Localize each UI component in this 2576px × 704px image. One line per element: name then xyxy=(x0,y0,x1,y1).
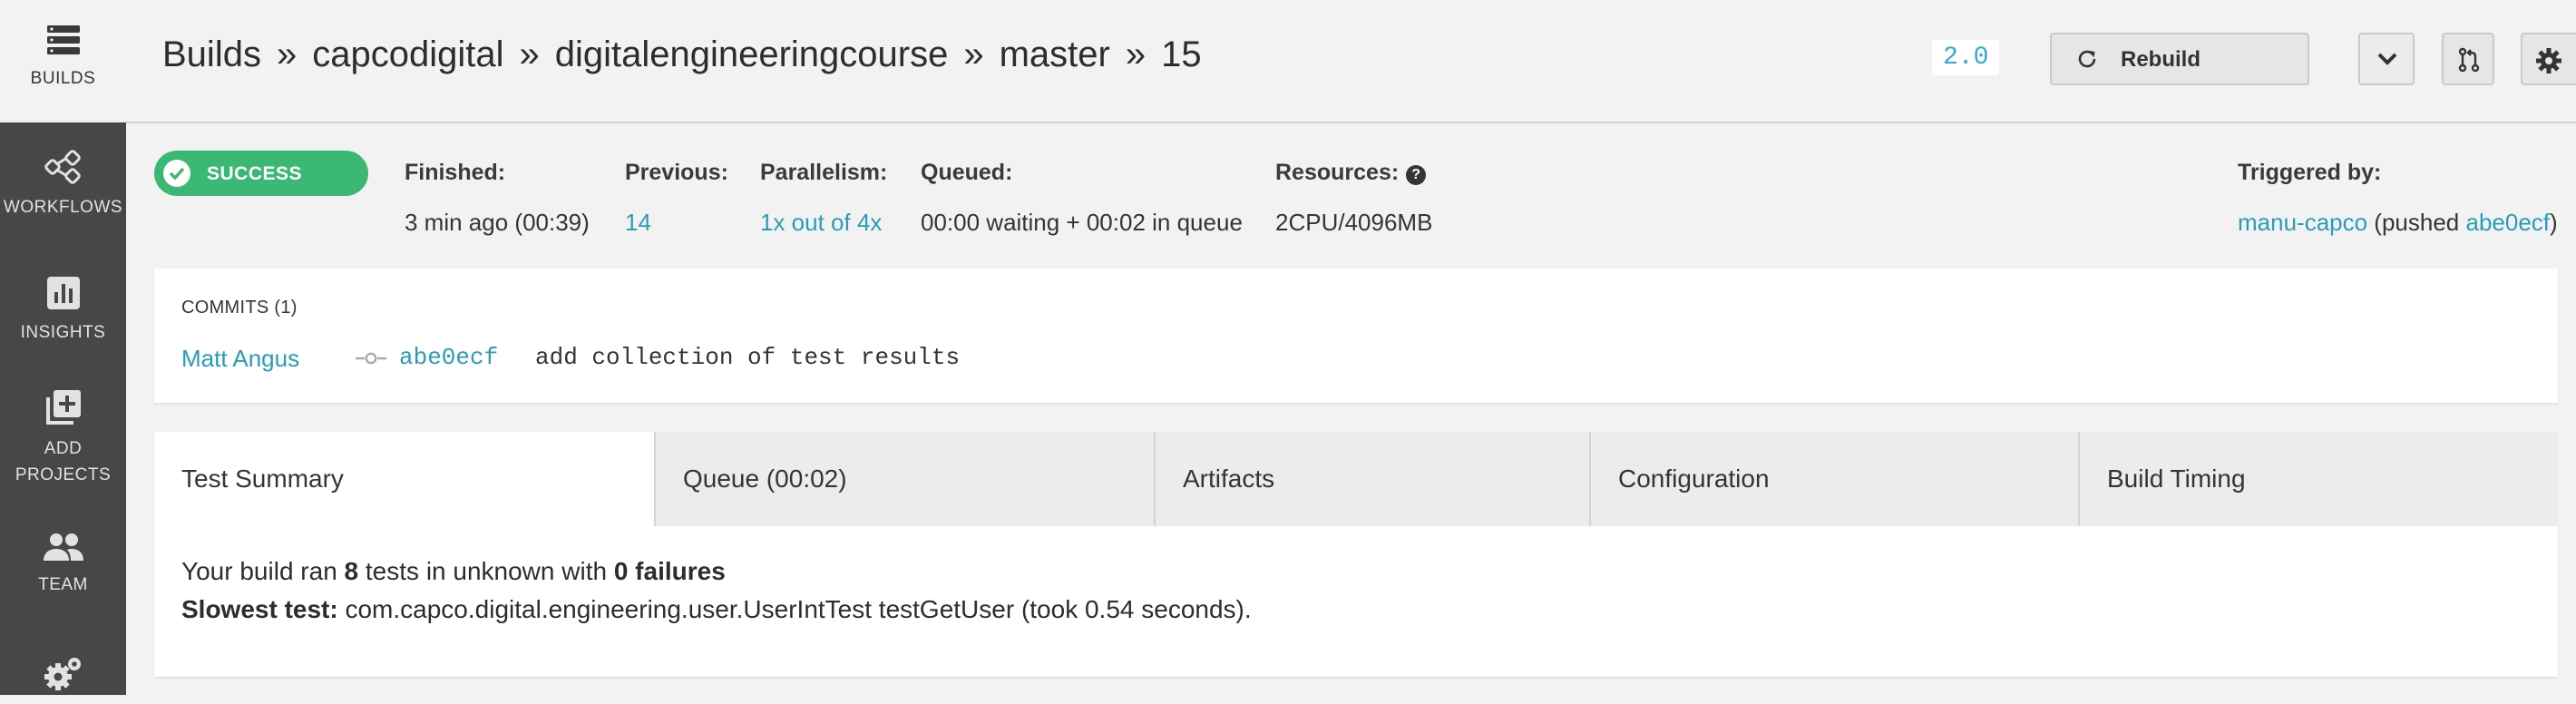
breadcrumb-item-org[interactable]: capcodigital xyxy=(312,34,503,75)
settings-icon xyxy=(44,658,81,690)
parallelism-info: Parallelism: 1x out of 4x xyxy=(760,160,887,237)
rebuild-button[interactable]: Rebuild xyxy=(2050,33,2309,85)
breadcrumb-separator: » xyxy=(963,34,984,74)
triggered-text-end: ) xyxy=(2550,209,2558,236)
refresh-icon xyxy=(2078,50,2096,68)
help-icon[interactable]: ? xyxy=(1406,165,1427,185)
sidebar-item-add-projects[interactable]: ADD PROJECTS xyxy=(0,388,126,488)
commit-message: add collection of test results xyxy=(535,344,961,371)
slowest-test-text: Slowest test: com.capco.digital.engineer… xyxy=(181,595,1252,624)
commits-heading: COMMITS (1) xyxy=(181,298,298,318)
breadcrumb-separator: » xyxy=(276,34,298,74)
tab-label: Configuration xyxy=(1618,464,1770,493)
resources-value: 2CPU/4096MB xyxy=(1275,209,1433,236)
tab-label: Queue (00:02) xyxy=(683,464,847,493)
queued-value: 00:00 waiting + 00:02 in queue xyxy=(921,209,1243,236)
queued-info: Queued: 00:00 waiting + 00:02 in queue xyxy=(921,160,1243,237)
builds-icon xyxy=(46,25,80,54)
test-summary-text: Your build ran 8 tests in unknown with 0… xyxy=(181,557,726,586)
queued-label: Queued: xyxy=(921,160,1013,185)
git-commit-icon xyxy=(356,352,386,365)
breadcrumb-item-project[interactable]: digitalengineeringcourse xyxy=(555,34,949,75)
triggered-text: (pushed xyxy=(2367,209,2466,236)
sidebar-item-workflows[interactable]: WORKFLOWS xyxy=(0,149,126,220)
insights-icon xyxy=(46,277,80,309)
build-tabs: Test Summary Queue (00:02) Artifacts Con… xyxy=(154,432,2558,526)
gear-icon xyxy=(2536,48,2561,73)
sidebar-item-insights[interactable]: INSIGHTS xyxy=(0,276,126,346)
previous-info: Previous: 14 xyxy=(625,160,728,237)
add-projects-icon xyxy=(45,390,81,425)
triggered-value: manu-capco (pushed abe0ecf) xyxy=(2238,209,2558,237)
workflows-icon xyxy=(44,150,81,184)
resources-label-row: Resources:? xyxy=(1275,160,1432,196)
resources-label: Resources: xyxy=(1275,160,1400,185)
rebuild-label: Rebuild xyxy=(2121,47,2200,72)
breadcrumb-separator: » xyxy=(519,34,540,74)
tab-label: Test Summary xyxy=(181,464,344,493)
breadcrumb-item-builds[interactable]: Builds xyxy=(162,34,261,75)
previous-label: Previous: xyxy=(625,160,728,185)
parallelism-link[interactable]: 1x out of 4x xyxy=(760,209,887,237)
triggered-user-link[interactable]: manu-capco xyxy=(2238,209,2367,236)
pull-request-button[interactable] xyxy=(2442,33,2494,85)
page-header: Builds » capcodigital » digitalengineeringco… xyxy=(126,0,2576,123)
breadcrumb-item-branch[interactable]: master xyxy=(1000,34,1110,75)
summary-text: tests in unknown with xyxy=(358,557,614,585)
triggered-commit-link[interactable]: abe0ecf xyxy=(2465,209,2550,236)
slowest-test-label: Slowest test: xyxy=(181,595,338,623)
commits-card: COMMITS (1) Matt Angus abe0ecf add colle… xyxy=(154,269,2558,403)
sidebar-item-label: ADD xyxy=(44,439,83,458)
tab-artifacts[interactable]: Artifacts xyxy=(1156,432,1591,526)
tab-test-summary[interactable]: Test Summary xyxy=(154,432,656,526)
sidebar-item-label: WORKFLOWS xyxy=(3,198,123,217)
summary-text: Your build ran xyxy=(181,557,345,585)
tab-label: Artifacts xyxy=(1183,464,1275,493)
commit-sha-link[interactable]: abe0ecf xyxy=(399,344,498,371)
tab-build-timing[interactable]: Build Timing xyxy=(2080,432,2558,526)
breadcrumb: Builds » capcodigital » digitalengineeringco… xyxy=(162,34,1202,75)
check-circle-icon xyxy=(163,160,190,187)
tab-configuration[interactable]: Configuration xyxy=(1591,432,2080,526)
sidebar-item-label: PROJECTS xyxy=(15,465,112,484)
test-summary-panel: Your build ran 8 tests in unknown with 0… xyxy=(154,526,2558,677)
resources-info: Resources:? 2CPU/4096MB xyxy=(1275,160,1432,237)
parallelism-label: Parallelism: xyxy=(760,160,888,185)
slowest-test-value: com.capco.digital.engineering.user.UserI… xyxy=(337,595,1252,623)
sidebar: BUILDS WORKFLOWS INSIGHTS ADD PROJECTS T… xyxy=(0,0,126,695)
tab-label: Build Timing xyxy=(2107,464,2246,493)
project-settings-button[interactable] xyxy=(2521,33,2576,85)
commit-author-link[interactable]: Matt Angus xyxy=(181,345,299,373)
status-badge: SUCCESS xyxy=(154,151,368,196)
sidebar-item-settings[interactable] xyxy=(0,655,126,704)
sidebar-item-label: BUILDS xyxy=(30,69,96,88)
team-icon xyxy=(43,533,83,561)
breadcrumb-separator: » xyxy=(1125,34,1147,74)
sidebar-item-label: TEAM xyxy=(38,575,88,594)
finished-value: 3 min ago (00:39) xyxy=(405,209,590,236)
finished-label: Finished: xyxy=(405,160,506,185)
tab-queue[interactable]: Queue (00:02) xyxy=(656,432,1156,526)
sidebar-item-team[interactable]: TEAM xyxy=(0,532,126,598)
sidebar-item-label: INSIGHTS xyxy=(20,323,106,342)
tests-count: 8 xyxy=(344,557,359,585)
version-badge: 2.0 xyxy=(1932,40,2000,75)
rebuild-options-dropdown[interactable] xyxy=(2358,33,2415,85)
previous-build-link[interactable]: 14 xyxy=(625,209,728,237)
failures-count: 0 failures xyxy=(613,557,726,585)
sidebar-item-builds[interactable]: BUILDS xyxy=(0,0,126,122)
status-label: SUCCESS xyxy=(207,163,303,184)
triggered-label: Triggered by: xyxy=(2238,160,2382,185)
triggered-info: Triggered by: manu-capco (pushed abe0ecf… xyxy=(2238,160,2558,237)
chevron-down-icon xyxy=(2377,53,2397,65)
finished-info: Finished: 3 min ago (00:39) xyxy=(405,160,590,237)
breadcrumb-item-build-number: 15 xyxy=(1161,34,1202,74)
git-pull-request-icon xyxy=(2458,47,2480,73)
